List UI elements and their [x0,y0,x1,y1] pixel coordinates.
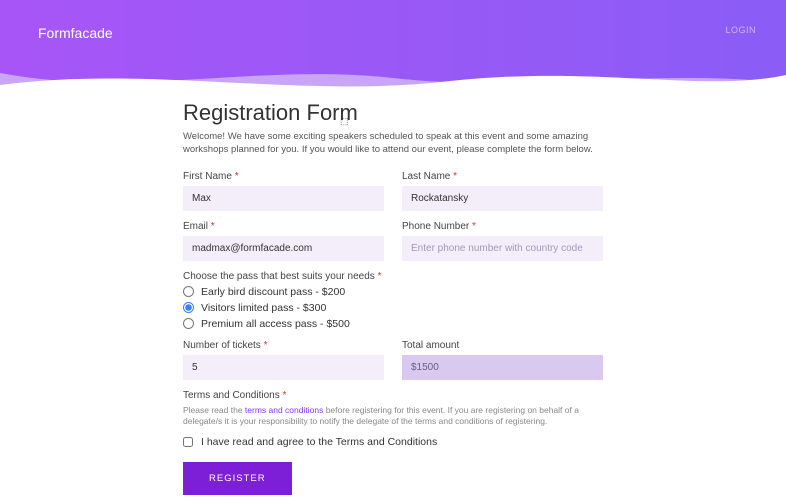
page-title: Registration Form [183,100,603,126]
first-name-label: First Name * [183,171,384,182]
intro-text: Welcome! We have some exciting speakers … [183,130,603,157]
radio-visitors[interactable] [183,302,194,313]
pass-option-early-bird[interactable]: Early bird discount pass - $200 [183,286,603,298]
last-name-input[interactable] [402,186,603,211]
total-label: Total amount [402,340,603,351]
phone-label: Phone Number * [402,221,603,232]
pass-option-label: Early bird discount pass - $200 [201,286,345,298]
terms-checkbox-label: I have read and agree to the Terms and C… [201,436,437,448]
tickets-label: Number of tickets * [183,340,384,351]
email-input[interactable] [183,236,384,261]
login-link[interactable]: LOGIN [725,25,756,35]
tickets-input[interactable] [183,355,384,380]
pass-radio-group: Early bird discount pass - $200 Visitors… [183,286,603,330]
total-output [402,355,603,380]
terms-heading: Terms and Conditions * [183,390,603,401]
page-header: Formfacade LOGIN [0,0,786,85]
form-container: Registration Form Welcome! We have some … [183,85,603,495]
radio-premium[interactable] [183,318,194,329]
last-name-label: Last Name * [402,171,603,182]
terms-link[interactable]: terms and conditions [245,405,323,415]
terms-text: Please read the terms and conditions bef… [183,405,603,428]
register-button[interactable]: REGISTER [183,462,292,495]
brand-logo: Formfacade [38,25,113,41]
email-label: Email * [183,221,384,232]
pass-option-visitors[interactable]: Visitors limited pass - $300 [183,302,603,314]
radio-early-bird[interactable] [183,286,194,297]
terms-checkbox[interactable] [183,437,193,447]
pass-option-premium[interactable]: Premium all access pass - $500 [183,318,603,330]
pass-option-label: Premium all access pass - $500 [201,318,350,330]
phone-input[interactable] [402,236,603,261]
pass-option-label: Visitors limited pass - $300 [201,302,326,314]
pass-label: Choose the pass that best suits your nee… [183,271,603,282]
first-name-input[interactable] [183,186,384,211]
terms-checkbox-row[interactable]: I have read and agree to the Terms and C… [183,436,603,448]
